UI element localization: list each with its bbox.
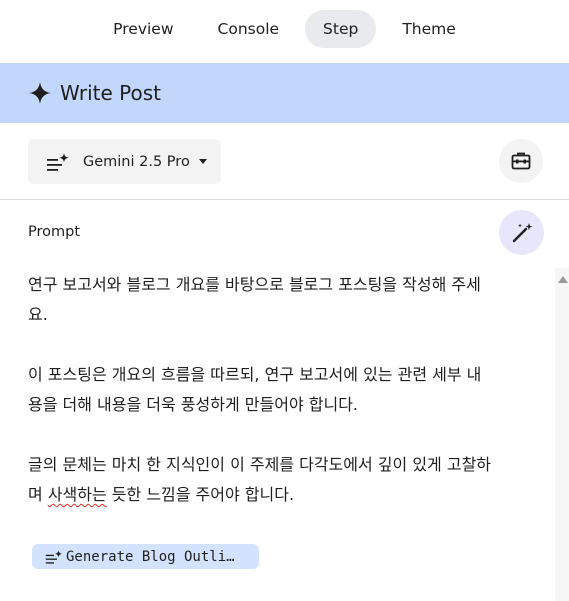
chip-label: Generate Blog Outli… (66, 548, 235, 565)
magic-wand-button[interactable] (499, 210, 544, 255)
step-title: Write Post (60, 81, 162, 105)
prompt-line: 며 사색하는 듯한 느낌을 주어야 합니다. (28, 480, 528, 510)
top-tab-bar: Preview Console Step Theme (0, 0, 569, 58)
scrollbar[interactable] (555, 268, 569, 601)
model-selector-button[interactable]: Gemini 2.5 Pro (28, 139, 221, 184)
prompt-line: 용을 더해 내용을 더욱 풍성하게 만들어야 합니다. (28, 395, 359, 414)
toolbox-button[interactable] (499, 139, 543, 183)
caret-down-icon (198, 159, 207, 164)
model-label: Gemini 2.5 Pro (83, 153, 190, 170)
step-reference-chip[interactable]: Generate Blog Outli… (32, 544, 259, 569)
section-divider (0, 199, 569, 200)
scroll-up-arrow-icon[interactable] (558, 276, 568, 283)
sparkle-icon (29, 82, 51, 104)
tab-theme[interactable]: Theme (384, 10, 473, 48)
prompt-text-segment: 며 (28, 485, 48, 504)
tab-preview[interactable]: Preview (95, 10, 191, 48)
prompt-textarea[interactable]: 연구 보고서와 블로그 개요를 바탕으로 블로그 포스팅을 작성해 주세 요. … (28, 270, 528, 510)
prompt-line: 글의 문체는 마치 한 지식인이 이 주제를 다각도에서 깊이 있게 고찰하 (28, 455, 492, 474)
tab-step[interactable]: Step (305, 10, 377, 48)
prompt-line: 요. (28, 305, 48, 324)
model-row: Gemini 2.5 Pro (28, 139, 543, 184)
magic-wand-icon (512, 222, 532, 242)
prompt-label: Prompt (28, 224, 81, 240)
tab-console[interactable]: Console (200, 10, 298, 48)
spellcheck-flagged-word: 사색하는 (47, 485, 107, 504)
prompt-text-segment: 듯한 느낌을 주어야 합니다. (106, 485, 295, 504)
prompt-line: 이 포스팅은 개요의 흐름을 따르되, 연구 보고서에 있는 관련 세부 내 (28, 365, 482, 384)
toolbox-icon (511, 152, 531, 170)
step-header: Write Post (0, 63, 569, 123)
model-lines-sparkle-icon (45, 549, 63, 564)
prompt-line: 연구 보고서와 블로그 개요를 바탕으로 블로그 포스팅을 작성해 주세 (28, 275, 481, 294)
model-lines-sparkle-icon (47, 152, 69, 171)
